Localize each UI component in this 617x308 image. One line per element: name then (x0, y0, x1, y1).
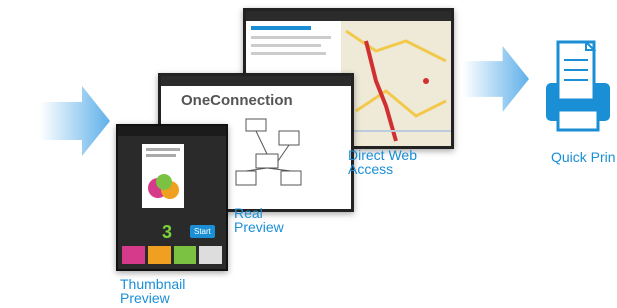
thumbnail-preview-screen: 3 Start (116, 124, 228, 271)
label-thumbnail-preview: Thumbnail Preview (120, 276, 186, 306)
start-button[interactable]: Start (190, 225, 215, 238)
label-real-preview: Real Preview (234, 205, 284, 235)
real-preview-title: OneConnection (181, 92, 293, 109)
copies-count[interactable]: 3 (162, 222, 172, 243)
label-direct-web-access: Direct Web Access (348, 147, 417, 177)
arrow-right-icon (463, 46, 529, 112)
label-quick-print: Quick Prin (551, 149, 616, 165)
thumbnail-strip (122, 246, 222, 264)
page-thumbnail (142, 144, 184, 208)
printer-icon (546, 40, 610, 132)
arrow-right-icon (40, 86, 110, 156)
